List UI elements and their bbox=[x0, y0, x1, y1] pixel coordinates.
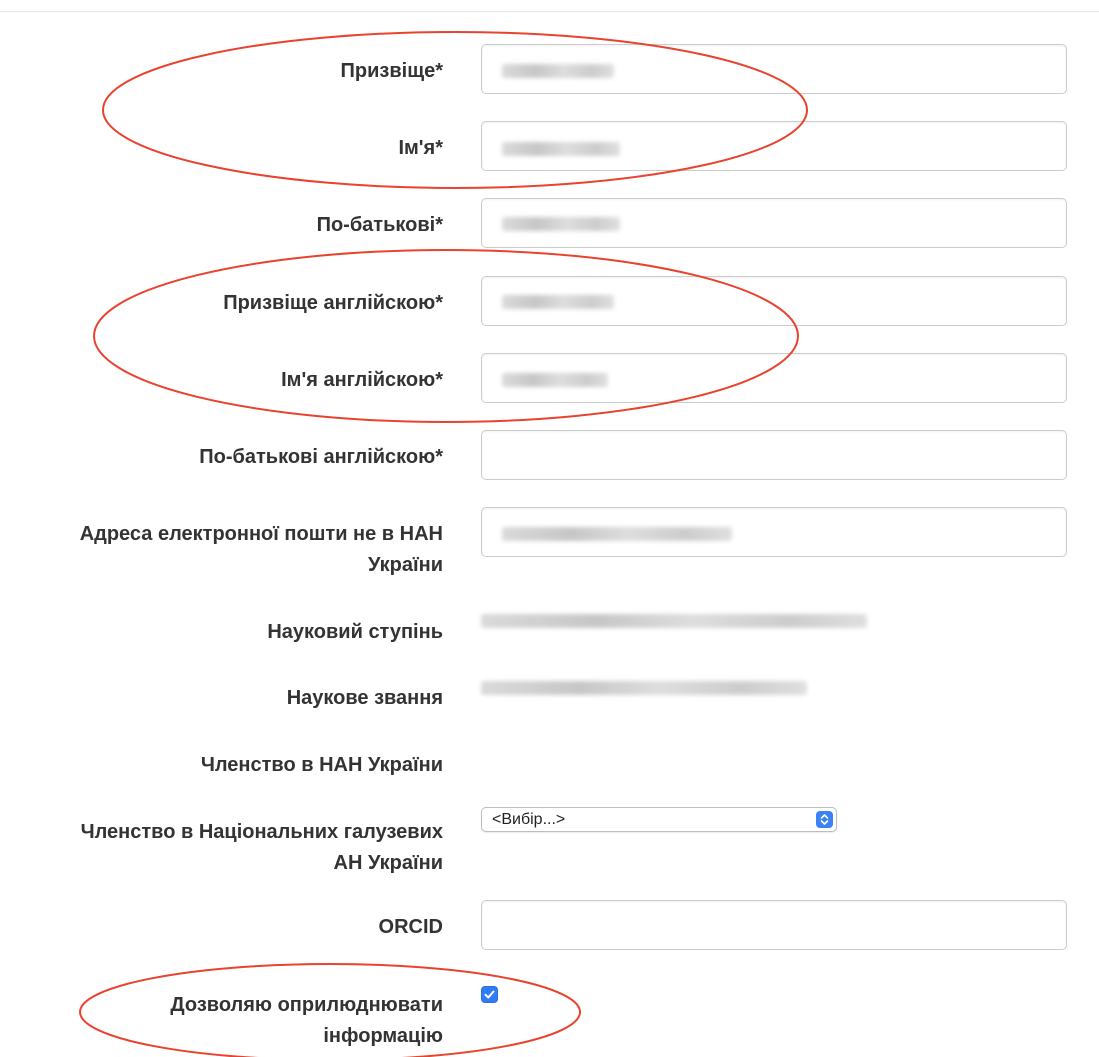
degree-label: Науковий ступінь bbox=[267, 621, 443, 643]
branch-membership-label-line1: Членство в Національних галузевих bbox=[80, 821, 443, 843]
surname-en-field[interactable] bbox=[481, 276, 1067, 326]
select-value: <Вибір...> bbox=[492, 811, 566, 828]
email-label-line1: Адреса електронної пошти не в НАН bbox=[79, 523, 443, 545]
name-en-label: Ім'я англійскою* bbox=[281, 369, 443, 391]
patronymic-field[interactable] bbox=[481, 198, 1067, 248]
name-label: Ім'я* bbox=[398, 137, 443, 159]
branch-membership-label-line2: АН України bbox=[333, 852, 443, 874]
orcid-input[interactable] bbox=[482, 901, 1066, 949]
select-arrows-icon bbox=[816, 811, 833, 828]
email-label-line2: України bbox=[367, 554, 443, 576]
redacted-value bbox=[502, 373, 608, 387]
surname-en-label: Призвіще англійскою* bbox=[223, 292, 443, 314]
email-label: Адреса електронної пошти не в НАН Україн… bbox=[13, 519, 443, 581]
patronymic-en-field[interactable] bbox=[481, 430, 1067, 480]
name-field[interactable] bbox=[481, 121, 1067, 171]
consent-label: Дозволяю оприлюднювати інформацію bbox=[13, 990, 443, 1052]
redacted-value bbox=[502, 64, 614, 78]
consent-label-line2: інформацію bbox=[323, 1025, 443, 1047]
redacted-value bbox=[502, 217, 620, 231]
consent-label-line1: Дозволяю оприлюднювати bbox=[170, 994, 443, 1016]
patronymic-label: По-батькові* bbox=[316, 214, 443, 236]
top-divider bbox=[0, 11, 1099, 12]
checkmark-icon bbox=[484, 990, 495, 999]
patronymic-en-input[interactable] bbox=[482, 431, 1066, 479]
nas-membership-label: Членство в НАН України bbox=[200, 754, 443, 776]
degree-redacted-value bbox=[481, 614, 867, 628]
redacted-value bbox=[502, 142, 620, 156]
academic-title-redacted-value bbox=[481, 681, 807, 695]
orcid-field[interactable] bbox=[481, 900, 1067, 950]
surname-field[interactable] bbox=[481, 44, 1067, 94]
redacted-value bbox=[502, 295, 614, 309]
branch-membership-select[interactable]: <Вибір...> bbox=[481, 807, 837, 832]
surname-label: Призвіще* bbox=[340, 60, 443, 82]
email-field[interactable] bbox=[481, 507, 1067, 557]
name-en-field[interactable] bbox=[481, 353, 1067, 403]
branch-membership-label: Членство в Національних галузевих АН Укр… bbox=[13, 817, 443, 879]
redacted-value bbox=[502, 527, 732, 541]
patronymic-en-label: По-батькові англійскою* bbox=[199, 446, 443, 468]
orcid-label: ORCID bbox=[378, 916, 443, 938]
academic-title-label: Наукове звання bbox=[286, 687, 443, 709]
consent-checkbox[interactable] bbox=[481, 986, 498, 1003]
